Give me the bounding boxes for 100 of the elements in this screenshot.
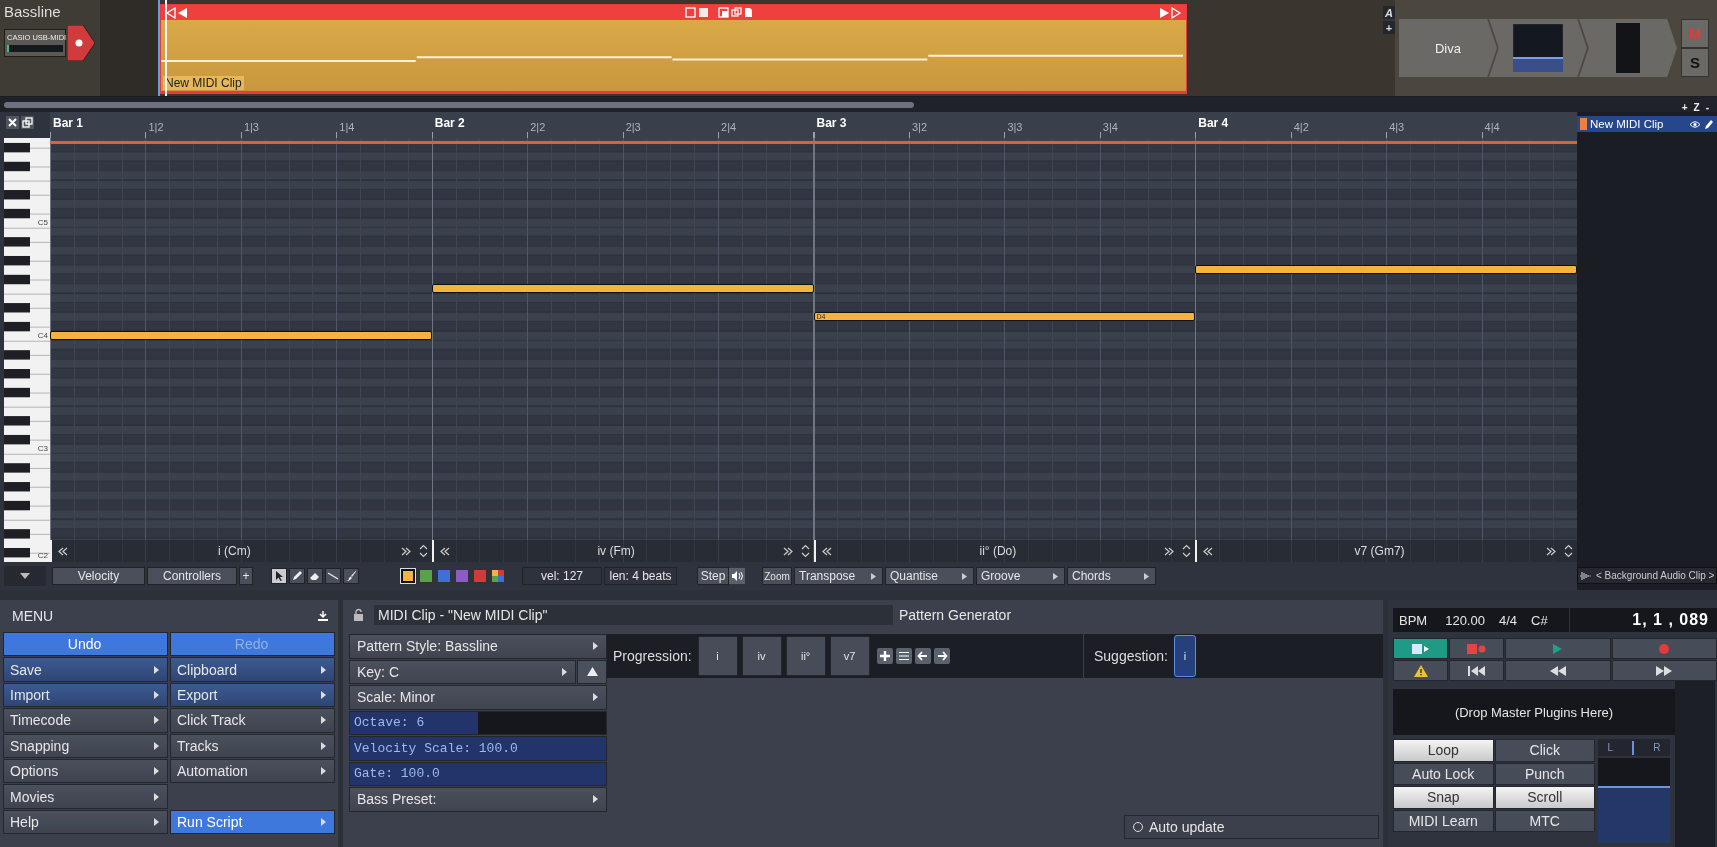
piano-keyboard[interactable] [4, 138, 50, 562]
transport-toggle[interactable]: Snap [1393, 786, 1494, 809]
eraser-tool-button[interactable] [307, 568, 323, 584]
time-signature[interactable]: 4/4 [1498, 612, 1517, 628]
clip-title-field[interactable]: MIDI Clip - "New MIDI Clip" [374, 605, 893, 625]
double-right-chevron-icon[interactable] [1164, 546, 1175, 556]
chord-button[interactable]: ii° [785, 636, 826, 676]
to-start-button[interactable] [1449, 660, 1504, 681]
download-icon[interactable] [317, 610, 329, 622]
lane-button[interactable]: Velocity [52, 567, 145, 585]
direction-toggle-button[interactable] [577, 659, 607, 684]
menu-button[interactable]: Import [3, 682, 168, 708]
pattern-generator-tab[interactable]: Pattern Generator [893, 607, 1012, 623]
color-swatch[interactable] [437, 569, 451, 583]
timeline-ruler[interactable]: Bar 1 1|2 1|3 1|4 Bar 2 2|2 2|3 2|4 Bar 3 3|2 3|3 3|4 Bar 4 4|2 4|3 4|4 [50, 112, 1577, 138]
chord-button[interactable]: v7 [829, 636, 870, 676]
loop-end-markers-icon[interactable] [1158, 6, 1182, 19]
scroll-down-button[interactable] [4, 566, 46, 586]
menu-button[interactable]: Timecode [3, 708, 168, 733]
tempo-value[interactable]: 120.00 [1445, 612, 1485, 628]
transport-toggle[interactable]: Loop [1393, 739, 1494, 762]
double-left-chevron-icon[interactable] [1203, 546, 1214, 556]
chord-button[interactable]: iv [741, 636, 782, 676]
lane-button[interactable]: + [239, 567, 253, 585]
menu-button[interactable]: Export [170, 682, 335, 708]
auto-play-button[interactable] [1393, 638, 1448, 659]
volume-plugin[interactable] [1489, 19, 1587, 77]
track-height-control[interactable]: Z [1693, 102, 1700, 113]
chord-button[interactable]: i [697, 636, 738, 676]
menu-button[interactable]: Undo [3, 632, 168, 657]
color-swatch[interactable] [473, 569, 487, 583]
record-arm-button[interactable] [67, 25, 95, 61]
parameter-slider[interactable]: Gate: 100.0 [349, 761, 607, 786]
length-field[interactable]: len: 4 beats [604, 567, 677, 585]
color-swatch[interactable] [419, 569, 433, 583]
transport-toggle[interactable]: Click [1494, 739, 1595, 762]
key-signature[interactable]: C# [1531, 612, 1548, 628]
warning-button[interactable] [1393, 660, 1448, 681]
up-down-arrows-icon[interactable] [1182, 544, 1192, 558]
menu-button[interactable]: Tracks [170, 733, 335, 758]
transport-toggle[interactable]: MTC [1494, 809, 1595, 832]
clip-list-item[interactable]: New MIDI Clip [1577, 116, 1717, 132]
dropdown-button[interactable]: Transpose [794, 567, 883, 585]
menu-button[interactable]: Options [3, 758, 168, 784]
lane-button[interactable]: Controllers [147, 567, 237, 585]
pencil-icon[interactable] [1704, 118, 1714, 130]
menu-button[interactable]: Automation [170, 758, 335, 784]
parameter-slider[interactable]: Velocity Scale: 100.0 [349, 736, 607, 761]
pencil-tool-button[interactable] [289, 568, 305, 584]
parameter-dropdown[interactable]: Key: C [349, 659, 576, 684]
menu-button[interactable]: Clipboard [170, 657, 335, 682]
transport-toggle[interactable]: Auto Lock [1393, 762, 1494, 785]
left-arrow-icon[interactable] [914, 648, 931, 664]
loop-start-markers-icon[interactable] [165, 6, 189, 19]
auto-update-toggle[interactable]: Auto update [1124, 815, 1379, 839]
brush-tool-button[interactable] [343, 568, 359, 584]
dropdown-button[interactable]: Groove [976, 567, 1065, 585]
midi-note[interactable] [1195, 265, 1577, 275]
velocity-field[interactable]: vel: 127 [522, 567, 602, 585]
scrollbar-thumb[interactable] [4, 101, 914, 108]
auto-record-button[interactable] [1449, 638, 1504, 659]
close-icon[interactable] [6, 116, 19, 129]
background-audio-clip-button[interactable]: < Background Audio Clip > [1577, 567, 1717, 584]
copy-icon[interactable] [730, 7, 742, 18]
up-down-arrows-icon[interactable] [418, 544, 428, 558]
position-display[interactable]: 1, 1 , 089 [1570, 608, 1717, 632]
volume-fader-drawing[interactable] [1513, 24, 1563, 72]
plugin-slot[interactable]: Diva [1399, 19, 1497, 77]
square-outline-icon[interactable] [684, 7, 696, 18]
meter-plugin[interactable] [1579, 19, 1677, 77]
transport-toggle[interactable]: Scroll [1494, 786, 1595, 809]
lock-icon[interactable] [353, 608, 364, 622]
step-button[interactable]: Step [697, 567, 729, 585]
zoom-mode-button[interactable]: Zoom [762, 567, 792, 585]
pointer-tool-button[interactable] [271, 568, 287, 584]
dropdown-button[interactable]: Quantise [885, 567, 974, 585]
fast-forward-button[interactable] [1611, 660, 1717, 681]
eye-icon[interactable] [1689, 119, 1701, 129]
menu-button[interactable]: Save [3, 657, 168, 682]
menu-button[interactable]: Snapping [3, 733, 168, 758]
track-height-control[interactable]: - [1705, 102, 1709, 113]
rewind-button[interactable] [1505, 660, 1611, 681]
double-right-chevron-icon[interactable] [1546, 546, 1556, 556]
menu-button[interactable]: Help [3, 809, 168, 835]
windows-icon[interactable] [21, 116, 34, 129]
color-swatch[interactable] [401, 569, 415, 583]
record-button[interactable] [1611, 638, 1717, 659]
stacked-square-icon[interactable] [717, 7, 729, 18]
parameter-dropdown[interactable]: Scale: Minor [349, 685, 607, 710]
square-icon[interactable] [697, 7, 709, 18]
track-tool-button[interactable]: + [1383, 21, 1395, 34]
parameter-slider[interactable]: Octave: 6 [349, 710, 607, 735]
parameter-dropdown[interactable]: Bass Preset: [349, 787, 607, 812]
suggested-chord-button[interactable]: i [1173, 635, 1196, 677]
up-down-arrows-icon[interactable] [800, 544, 810, 558]
master-fader[interactable] [1598, 758, 1670, 843]
list-icon[interactable] [895, 648, 912, 664]
menu-button[interactable]: Movies [3, 784, 168, 809]
double-left-chevron-icon[interactable] [439, 546, 450, 556]
double-left-chevron-icon[interactable] [58, 546, 68, 556]
